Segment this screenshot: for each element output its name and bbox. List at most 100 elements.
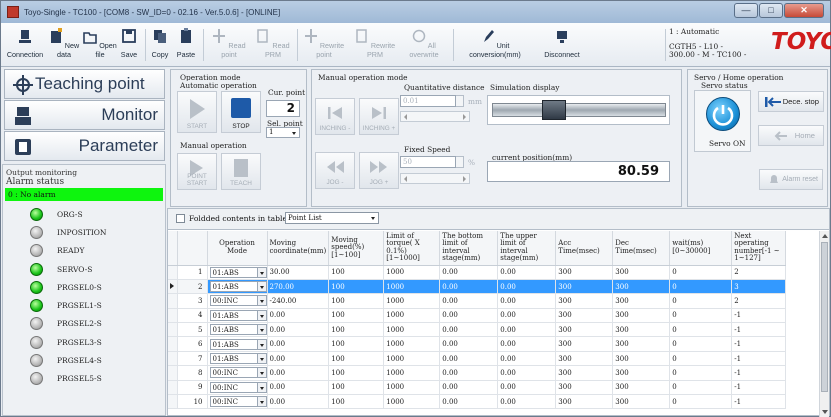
cell-speed[interactable]: 100 (328, 308, 385, 324)
cell-next[interactable]: -1 (731, 351, 787, 367)
cell-wait[interactable]: 0 (669, 322, 733, 338)
cell-coord[interactable]: 0.00 (267, 351, 330, 367)
cell-torque[interactable]: 1000 (383, 365, 441, 381)
cell-next[interactable]: 3 (731, 279, 787, 295)
column-header[interactable]: Acc Time(msec) (555, 231, 614, 266)
cell-acc[interactable]: 300 (555, 336, 614, 352)
chevron-down-icon[interactable] (257, 281, 266, 293)
operation-mode-select[interactable]: 00:INC (209, 396, 266, 408)
start-button[interactable]: START (177, 91, 217, 133)
column-header[interactable]: Moving speed(%)[1~100] (328, 231, 385, 266)
cell-upper[interactable]: 0.00 (497, 265, 557, 280)
row-indicator[interactable] (168, 265, 178, 280)
rewrite-point-button[interactable]: Rewrite point (299, 25, 349, 65)
cell-torque[interactable]: 1000 (383, 322, 441, 338)
cell-torque[interactable]: 1000 (383, 394, 441, 410)
table-row[interactable]: 6 01:ABS 0.00 100 1000 0.00 0.00 300 300 0 -1 (168, 336, 787, 352)
cell-bottom[interactable]: 0.00 (439, 322, 499, 338)
copy-button[interactable]: Copy (149, 25, 171, 65)
chevron-down-icon[interactable] (257, 353, 266, 365)
cell-bottom[interactable]: 0.00 (439, 380, 499, 396)
table-row[interactable]: 1 01:ABS 30.00 100 1000 0.00 0.00 300 300 0 2 (168, 265, 787, 280)
cell-acc[interactable]: 300 (555, 308, 614, 324)
operation-mode-select[interactable]: 01:ABS (209, 266, 266, 278)
cell-next[interactable]: -1 (731, 322, 787, 338)
column-header[interactable]: The upper limit of interval stage(mm) (497, 231, 557, 266)
table-row[interactable]: 5 01:ABS 0.00 100 1000 0.00 0.00 300 300 0 -1 (168, 322, 787, 338)
cell-upper[interactable]: 0.00 (497, 394, 557, 410)
row-indicator[interactable] (168, 308, 178, 324)
cell-coord[interactable]: 0.00 (267, 380, 330, 396)
read-point-button[interactable]: Read point (207, 25, 251, 65)
cell-upper[interactable]: 0.00 (497, 279, 557, 295)
row-indicator-header[interactable] (168, 231, 178, 266)
cell-next[interactable]: -1 (731, 336, 787, 352)
cell-upper[interactable]: 0.00 (497, 293, 557, 309)
row-indicator[interactable] (168, 380, 178, 396)
column-header[interactable] (177, 231, 208, 266)
inching-plus-button[interactable]: INCHING + (359, 98, 399, 135)
column-header[interactable]: The bottom limit of interval stage(mm) (439, 231, 499, 266)
cell-dec[interactable]: 300 (612, 336, 671, 352)
operation-mode-select[interactable]: 01:ABS (209, 324, 266, 336)
cell-wait[interactable]: 0 (669, 394, 733, 410)
maximize-button[interactable]: □ (759, 3, 783, 18)
jog-plus-button[interactable]: JOG + (359, 152, 399, 189)
cell-dec[interactable]: 300 (612, 394, 671, 410)
operation-mode-cell[interactable]: 01:ABS (207, 308, 268, 324)
stop-button[interactable]: STOP (221, 91, 261, 133)
cell-torque[interactable]: 1000 (383, 279, 441, 295)
cell-upper[interactable]: 0.00 (497, 365, 557, 381)
cell-upper[interactable]: 0.00 (497, 322, 557, 338)
cell-speed[interactable]: 100 (328, 336, 385, 352)
chevron-down-icon[interactable] (257, 381, 266, 393)
cell-speed[interactable]: 100 (328, 365, 385, 381)
cell-upper[interactable]: 0.00 (497, 351, 557, 367)
cell-torque[interactable]: 1000 (383, 336, 441, 352)
operation-mode-cell[interactable]: 00:INC (207, 394, 268, 410)
operation-mode-cell[interactable]: 01:ABS (207, 279, 268, 295)
cell-acc[interactable]: 300 (555, 279, 614, 295)
cell-wait[interactable]: 0 (669, 265, 733, 280)
scroll-thumb[interactable] (821, 242, 828, 392)
operation-mode-select[interactable]: 01:ABS (209, 338, 266, 350)
cell-wait[interactable]: 0 (669, 293, 733, 309)
teach-button[interactable]: TEACH (221, 153, 261, 190)
cell-dec[interactable]: 300 (612, 308, 671, 324)
cell-next[interactable]: 2 (731, 265, 787, 280)
column-header[interactable]: Limit of torque( X 0.1%)[1~1000] (383, 231, 441, 266)
cell-dec[interactable]: 300 (612, 293, 671, 309)
cell-acc[interactable]: 300 (555, 351, 614, 367)
chevron-down-icon[interactable] (257, 338, 266, 350)
cell-coord[interactable]: 270.00 (267, 279, 330, 295)
column-header[interactable]: Operation Mode (207, 231, 268, 266)
minimize-button[interactable]: — (734, 3, 758, 18)
cell-speed[interactable]: 100 (328, 293, 385, 309)
jog-minus-button[interactable]: JOG - (315, 152, 355, 189)
row-indicator[interactable] (168, 322, 178, 338)
cell-torque[interactable]: 1000 (383, 380, 441, 396)
table-row[interactable]: 10 00:INC 0.00 100 1000 0.00 0.00 300 300 0 -1 (168, 394, 787, 410)
chevron-down-icon[interactable] (257, 324, 266, 336)
cell-speed[interactable]: 100 (328, 279, 385, 295)
cell-wait[interactable]: 0 (669, 380, 733, 396)
cell-coord[interactable]: 0.00 (267, 336, 330, 352)
operation-mode-cell[interactable]: 01:ABS (207, 336, 268, 352)
open-file-button[interactable]: Open file (83, 25, 117, 65)
cell-bottom[interactable]: 0.00 (439, 293, 499, 309)
power-icon[interactable] (706, 97, 740, 131)
cell-next[interactable]: -1 (731, 394, 787, 410)
paste-button[interactable]: Paste (173, 25, 199, 65)
row-indicator[interactable] (168, 351, 178, 367)
inching-minus-button[interactable]: INCHING - (315, 98, 355, 135)
cell-dec[interactable]: 300 (612, 265, 671, 280)
chevron-down-icon[interactable] (257, 266, 266, 278)
operation-mode-cell[interactable]: 00:INC (207, 380, 268, 396)
table-row[interactable]: 8 00:INC 0.00 100 1000 0.00 0.00 300 300 0 -1 (168, 365, 787, 381)
cell-dec[interactable]: 300 (612, 351, 671, 367)
cell-speed[interactable]: 100 (328, 322, 385, 338)
cell-wait[interactable]: 0 (669, 336, 733, 352)
column-header[interactable]: Next operating number[-1 ~ 1~127] (731, 231, 787, 266)
cell-bottom[interactable]: 0.00 (439, 394, 499, 410)
cell-next[interactable]: -1 (731, 380, 787, 396)
